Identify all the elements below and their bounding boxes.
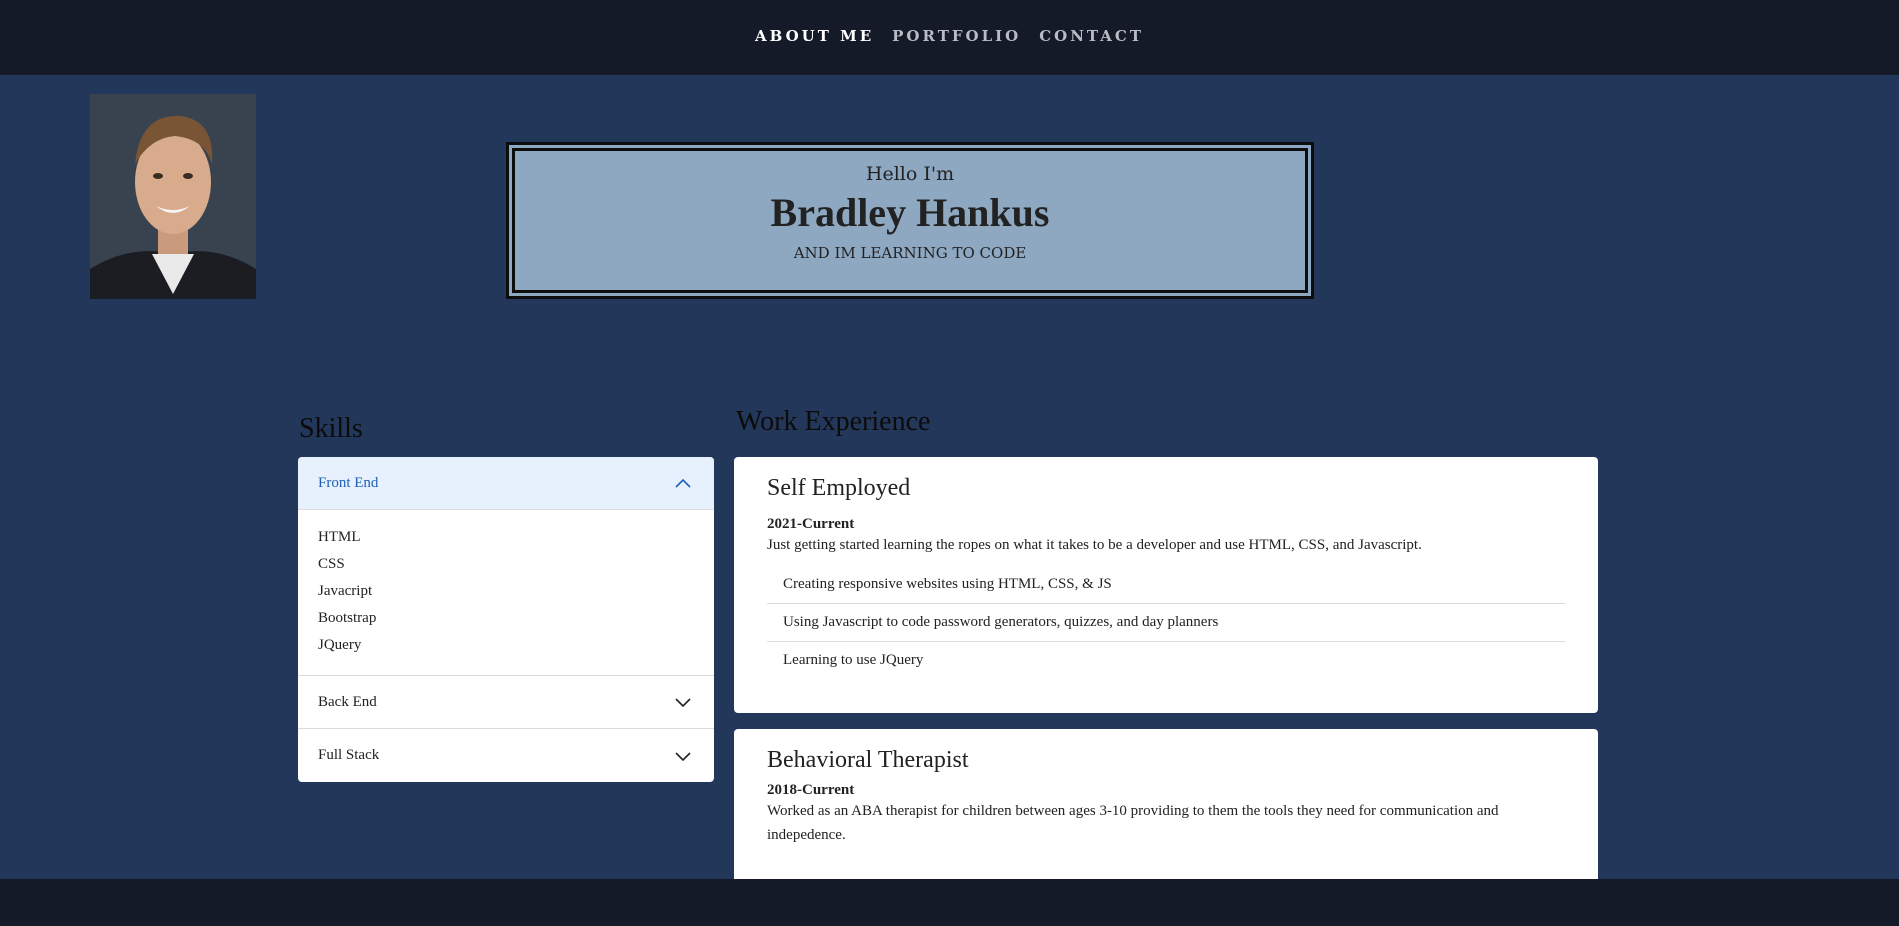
job-bullet-list: Creating responsive websites using HTML,… — [767, 566, 1565, 679]
accordion-label: Full Stack — [318, 747, 380, 763]
list-item: HTML — [318, 529, 361, 545]
nav-about-me[interactable]: ABOUT ME — [755, 27, 874, 45]
list-item: CSS — [318, 556, 345, 572]
list-item: Learning to use JQuery — [783, 652, 924, 668]
list-item: Javacript — [318, 583, 373, 599]
job-title: Self Employed — [767, 475, 911, 501]
list-item: Using Javascript to code password genera… — [767, 604, 1565, 642]
accordion-header-back-end[interactable]: Back End — [298, 676, 714, 729]
accordion-header-full-stack[interactable]: Full Stack — [298, 729, 714, 782]
main-nav: ABOUT ME PORTFOLIO CONTACT — [755, 27, 1144, 45]
nav-contact[interactable]: CONTACT — [1039, 27, 1144, 45]
list-item: Creating responsive websites using HTML,… — [767, 566, 1565, 604]
job-card-self-employed: Self Employed 2021-Current Just getting … — [734, 457, 1598, 713]
top-nav-bar: ABOUT ME PORTFOLIO CONTACT — [0, 0, 1899, 75]
list-item: Bootstrap — [318, 610, 377, 626]
job-card-behavioral-therapist: Behavioral Therapist 2018-Current Worked… — [734, 729, 1598, 899]
hero-banner: Hello I'm Bradley Hankus AND IM LEARNING… — [506, 142, 1314, 299]
accordion-label: Back End — [318, 693, 377, 710]
hero-greeting: Hello I'm — [865, 163, 955, 185]
hero-name: Bradley Hankus — [770, 190, 1050, 235]
job-title: Behavioral Therapist — [767, 747, 969, 773]
nav-portfolio[interactable]: PORTFOLIO — [892, 27, 1021, 45]
skills-accordion: Front End HTML CSS Javacript Bootstrap J… — [298, 457, 714, 782]
chevron-up-icon — [675, 478, 691, 488]
skills-heading: Skills — [299, 413, 363, 444]
front-end-skill-list: HTML CSS Javacript Bootstrap JQuery — [298, 510, 714, 676]
hero-inner-frame: Hello I'm Bradley Hankus AND IM LEARNING… — [512, 148, 1308, 293]
job-description: Worked as an ABA therapist for children … — [767, 803, 1499, 843]
accordion-header-front-end[interactable]: Front End — [298, 457, 714, 510]
chevron-down-icon — [675, 751, 691, 761]
profile-photo — [90, 94, 256, 299]
chevron-down-icon — [675, 698, 691, 708]
work-experience-heading: Work Experience — [736, 406, 931, 437]
list-item: JQuery — [318, 637, 362, 653]
footer-bar — [0, 879, 1899, 926]
job-description: Just getting started learning the ropes … — [767, 537, 1422, 553]
hero-tagline: AND IM LEARNING TO CODE — [793, 244, 1027, 262]
job-years: 2021-Current — [767, 516, 855, 532]
job-years: 2018-Current — [767, 782, 855, 798]
accordion-label: Front End — [318, 474, 379, 491]
